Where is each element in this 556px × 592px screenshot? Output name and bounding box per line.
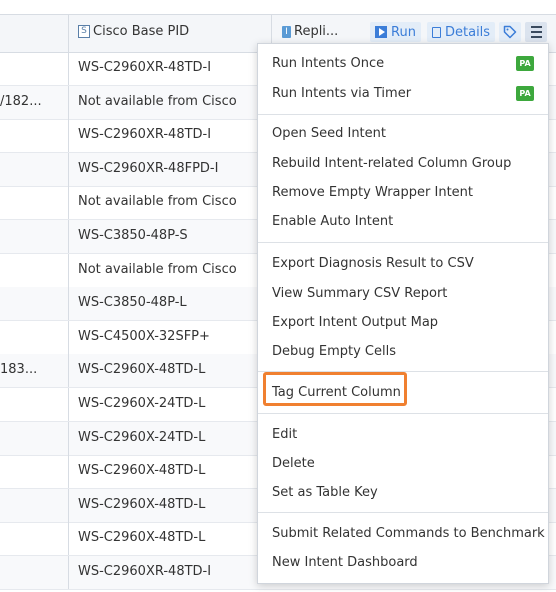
column-header-label: Repli... <box>294 24 339 39</box>
menu-item-set-table-key[interactable]: Set as Table Key <box>272 485 378 500</box>
hamburger-bar <box>530 36 542 38</box>
table-cell-pid[interactable]: WS-C2960X-24TD-L <box>78 396 205 411</box>
table-cell-pid[interactable]: WS-C2960X-48TD-L <box>78 497 205 512</box>
table-cell-pid[interactable]: WS-C4500X-32SFP+ <box>78 329 210 344</box>
cell-divider <box>68 220 69 253</box>
column-menu-button[interactable] <box>525 22 547 42</box>
table-cell-pid[interactable]: Not available from Cisco <box>78 194 237 209</box>
pa-badge-icon: PA <box>516 56 534 71</box>
cell-divider <box>68 488 69 522</box>
menu-separator <box>258 114 548 115</box>
tag-icon <box>503 25 517 39</box>
s-type-icon: S <box>78 25 90 38</box>
table-cell-pid[interactable]: WS-C2960XR-48TD-I <box>78 60 211 75</box>
cell-divider <box>68 287 69 321</box>
column-context-menu: Run Intents Once PA Run Intents via Time… <box>257 43 549 584</box>
cell-divider <box>68 320 69 354</box>
menu-item-submit-to-benchmark[interactable]: Submit Related Commands to Benchmark <box>272 526 545 541</box>
hamburger-icon <box>530 26 542 28</box>
table-cell[interactable]: 183... <box>0 362 37 377</box>
table-cell-pid[interactable]: Not available from Cisco <box>78 94 237 109</box>
column-header-replicate[interactable]: I Repli... <box>282 24 338 39</box>
cell-divider <box>68 421 69 455</box>
menu-item-remove-empty-wrapper[interactable]: Remove Empty Wrapper Intent <box>272 185 473 200</box>
menu-item-open-seed-intent[interactable]: Open Seed Intent <box>272 126 386 141</box>
menu-separator <box>258 512 548 513</box>
table-cell-pid[interactable]: WS-C2960X-48TD-L <box>78 463 205 478</box>
column-header-cisco-base-pid[interactable]: S Cisco Base PID <box>78 24 189 39</box>
table-cell-pid[interactable]: WS-C2960XR-48TD-I <box>78 127 211 142</box>
table-cell-pid[interactable]: WS-C2960X-48TD-L <box>78 362 205 377</box>
table-cell-pid[interactable]: WS-C2960X-48TD-L <box>78 530 205 545</box>
menu-item-new-intent-dashboard[interactable]: New Intent Dashboard <box>272 555 418 570</box>
cell-divider <box>68 522 69 556</box>
menu-item-debug-empty-cells[interactable]: Debug Empty Cells <box>272 344 396 359</box>
menu-item-run-intents-via-timer[interactable]: Run Intents via Timer <box>272 86 411 101</box>
table-cell-pid[interactable]: WS-C2960XR-48TD-I <box>78 564 211 579</box>
menu-item-export-diagnosis-csv[interactable]: Export Diagnosis Result to CSV <box>272 256 474 271</box>
table-cell[interactable]: /182... <box>0 94 42 109</box>
table-cell-pid[interactable]: Not available from Cisco <box>78 262 237 277</box>
menu-item-run-intents-once[interactable]: Run Intents Once <box>272 56 384 71</box>
cell-divider <box>68 253 69 287</box>
tag-button[interactable] <box>499 22 521 42</box>
cell-divider <box>68 152 69 186</box>
column-divider[interactable] <box>68 15 69 52</box>
run-label: Run <box>391 24 416 40</box>
cell-divider <box>68 119 69 153</box>
table-cell-pid[interactable]: WS-C3850-48P-S <box>78 228 188 243</box>
menu-item-view-summary-csv[interactable]: View Summary CSV Report <box>272 286 447 301</box>
cell-divider <box>68 455 69 489</box>
menu-separator <box>258 242 548 243</box>
details-button[interactable]: Details <box>427 22 496 42</box>
details-label: Details <box>445 24 491 40</box>
hamburger-bar <box>530 31 542 33</box>
cell-divider <box>68 85 69 119</box>
table-cell-pid[interactable]: WS-C3850-48P-L <box>78 295 187 310</box>
menu-item-rebuild-column-group[interactable]: Rebuild Intent-related Column Group <box>272 156 511 171</box>
cell-divider <box>68 52 69 85</box>
document-icon <box>432 26 441 38</box>
table-cell-pid[interactable]: WS-C2960X-24TD-L <box>78 430 205 445</box>
pa-badge-icon: PA <box>516 86 534 101</box>
table-cell-pid[interactable]: WS-C2960XR-48FPD-I <box>78 161 218 176</box>
intent-type-icon: I <box>282 25 291 38</box>
menu-item-delete[interactable]: Delete <box>272 456 315 471</box>
menu-item-export-output-map[interactable]: Export Intent Output Map <box>272 315 438 330</box>
cell-divider <box>68 556 69 589</box>
run-button[interactable]: Run <box>370 22 421 42</box>
cell-divider <box>68 186 69 220</box>
cell-divider <box>68 388 69 421</box>
menu-separator <box>258 413 548 414</box>
play-icon <box>375 26 387 38</box>
cell-divider <box>68 354 69 388</box>
menu-item-edit[interactable]: Edit <box>272 427 297 442</box>
menu-item-enable-auto-intent[interactable]: Enable Auto Intent <box>272 214 393 229</box>
menu-item-tag-current-column[interactable]: Tag Current Column <box>272 385 401 400</box>
column-header-label: Cisco Base PID <box>93 24 190 39</box>
